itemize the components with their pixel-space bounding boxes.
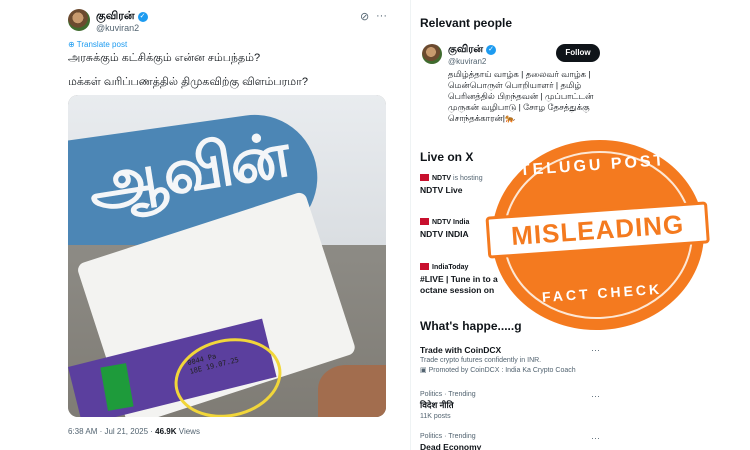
views-count: 46.9K: [155, 427, 177, 436]
relevant-person-name-text: குவிரன்: [448, 44, 484, 55]
live-status: is hosting: [453, 175, 483, 182]
translate-label: Translate post: [76, 40, 128, 49]
relevant-people-title: Relevant people: [420, 16, 513, 30]
trend-desc: 11K posts: [420, 413, 451, 420]
trend-category: Politics · Trending: [420, 391, 476, 398]
indiatoday-logo-icon: [420, 263, 429, 270]
relevant-person-avatar[interactable]: [422, 44, 442, 64]
trend-promoted-text: Promoted by CoinDCX : India Ka Crypto Co…: [428, 367, 576, 374]
promoted-icon: ▣: [420, 367, 429, 374]
live-source: IndiaToday: [432, 264, 469, 271]
live-source: NDTV India: [432, 219, 470, 226]
more-icon[interactable]: ···: [376, 10, 387, 22]
live-source: NDTV: [432, 175, 452, 182]
trend-promoted: ▣ Promoted by CoinDCX : India Ka Crypto …: [420, 366, 600, 374]
tweet-time[interactable]: 6:38 AM · Jul 21, 2025 ·: [68, 427, 153, 436]
author-name-text: குவிரன்: [96, 10, 135, 22]
author-name[interactable]: குவிரன் ✓: [96, 10, 148, 24]
trend-name: विदेश नीति: [420, 400, 454, 410]
live-on-x-title: Live on X: [420, 150, 474, 164]
tweet: குவிரன் ✓ @kuviran2 ⊘ ··· ⊕ Translate pos…: [58, 0, 398, 450]
views-label: Views: [178, 427, 200, 436]
relevant-person-bio: தமிழ்த்தாய் வாழ்க | தலைவர் வாழ்க | மென்ப…: [448, 69, 594, 123]
tweet-meta: 6:38 AM · Jul 21, 2025 · 46.9K Views: [68, 427, 200, 436]
tweet-text-line2: மக்கள் வரிப்பணத்தில் திமுகவிற்கு விளம்பர…: [68, 76, 308, 88]
fact-check-stamp: TELUGU POST ★ ★ MISLEADING FACT CHECK: [485, 132, 711, 338]
trend-item[interactable]: Trade with CoinDCX Trade crypto futures …: [420, 345, 600, 374]
whats-happening-title: What's happe.....g: [420, 319, 522, 333]
trend-item[interactable]: Politics · Trending विदेश नीति 11K posts…: [420, 391, 600, 420]
ndtv-india-logo-icon: [420, 218, 429, 225]
relevant-person-name[interactable]: குவிரன் ✓: [448, 44, 497, 56]
trend-name: Trade with CoinDCX: [420, 345, 502, 355]
grok-icon[interactable]: ⊘: [360, 10, 369, 23]
author-handle[interactable]: @kuviran2: [96, 23, 139, 33]
relevant-person-handle[interactable]: @kuviran2: [448, 57, 486, 66]
translate-icon: ⊕: [68, 40, 77, 49]
follow-button[interactable]: Follow: [556, 44, 600, 62]
ndtv-logo-icon: [420, 174, 429, 181]
trend-name: Dead Economy: [420, 442, 482, 450]
more-icon[interactable]: ···: [591, 345, 600, 355]
verified-badge-icon: ✓: [486, 45, 497, 55]
verified-badge-icon: ✓: [137, 12, 148, 22]
translate-post-link[interactable]: ⊕ Translate post: [68, 40, 127, 49]
tweet-text-line1: அரசுக்கும் கட்சிக்கும் என்ன சம்பந்தம்?: [68, 52, 261, 64]
more-icon[interactable]: ···: [591, 391, 600, 401]
author-avatar[interactable]: [68, 9, 90, 31]
photo-hand: [318, 365, 386, 417]
column-divider: [410, 0, 411, 450]
trend-item[interactable]: Politics · Trending Dead Economy ···: [420, 433, 600, 450]
tweet-photo[interactable]: ஆவின் 0044 Pa 18E 19.07.25: [68, 95, 386, 417]
more-icon[interactable]: ···: [591, 433, 600, 443]
trend-category: Politics · Trending: [420, 433, 476, 440]
trend-desc: Trade crypto futures confidently in INR.: [420, 357, 542, 364]
